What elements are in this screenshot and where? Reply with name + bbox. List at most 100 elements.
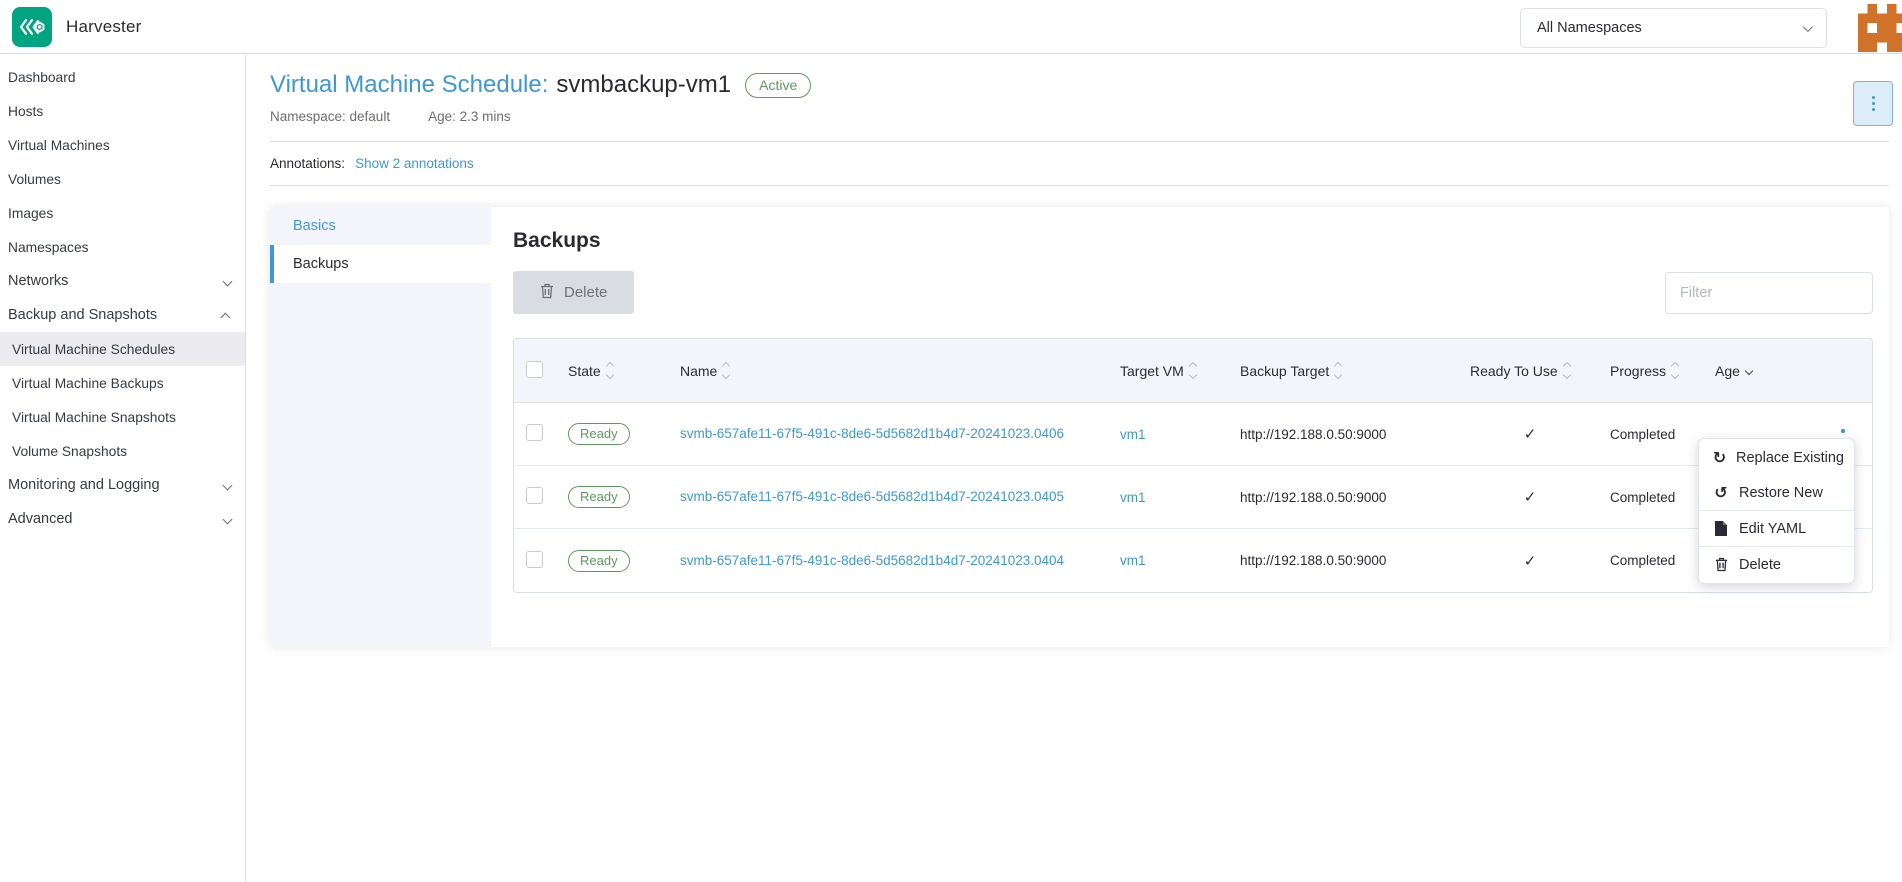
backups-toolbar: Delete [513, 271, 1873, 314]
row-context-menu: ↻ Replace Existing ↺ Restore New Edit YA… [1698, 438, 1855, 584]
resource-actions-button[interactable] [1853, 81, 1893, 126]
check-icon: ✓ [1524, 426, 1537, 443]
harvester-logo-icon [12, 7, 52, 47]
table-row: Ready svmb-657afe11-67f5-491c-8de6-5d568… [514, 403, 1872, 466]
column-header-state[interactable]: State [558, 339, 670, 403]
check-icon: ✓ [1524, 489, 1537, 506]
age-value: Age: 2.3 mins [428, 109, 511, 124]
annotations-label: Annotations: [270, 156, 345, 171]
filter-input[interactable] [1665, 272, 1873, 314]
namespace-selector[interactable]: All Namespaces [1520, 8, 1827, 48]
vertical-dots-icon [1841, 429, 1845, 433]
page-title: Virtual Machine Schedule: svmbackup-vm1 … [247, 55, 1902, 99]
backup-target-value: http://192.188.0.50:9000 [1230, 466, 1460, 529]
sort-icon [1190, 363, 1196, 378]
select-all-checkbox[interactable] [526, 361, 543, 378]
column-header-target-vm[interactable]: Target VM [1110, 339, 1230, 403]
sidebar-item-volumes[interactable]: Volumes [0, 162, 245, 196]
sort-desc-icon [1746, 368, 1752, 374]
chevron-down-icon [223, 480, 233, 490]
vertical-dots-icon [1872, 96, 1875, 99]
menu-item-restore-new[interactable]: ↺ Restore New [1699, 475, 1854, 510]
target-vm-link[interactable]: vm1 [1120, 427, 1146, 442]
select-all-header [514, 339, 558, 403]
sidebar-item-namespaces[interactable]: Namespaces [0, 230, 245, 264]
replace-existing-icon: ↻ [1712, 448, 1727, 468]
annotations-row: Annotations: Show 2 annotations [247, 142, 1902, 185]
sidebar-item-virtual-machine-schedules[interactable]: Virtual Machine Schedules [0, 332, 245, 366]
sidebar-item-dashboard[interactable]: Dashboard [0, 60, 245, 94]
backups-tab-panel: Backups Delete [491, 207, 1889, 647]
column-header-backup-target[interactable]: Backup Target [1230, 339, 1460, 403]
sidebar-group-advanced[interactable]: Advanced [0, 502, 245, 536]
state-badge: Ready [568, 550, 630, 572]
column-header-name[interactable]: Name [670, 339, 1110, 403]
backups-table: State Name Target VM Backup Target Ready… [513, 338, 1873, 593]
target-vm-link[interactable]: vm1 [1120, 553, 1146, 568]
detail-card: Basics Backups Backups Delete [270, 207, 1889, 647]
backup-target-value: http://192.188.0.50:9000 [1230, 403, 1460, 466]
main-content: Virtual Machine Schedule: svmbackup-vm1 … [247, 55, 1902, 882]
column-header-progress[interactable]: Progress [1600, 339, 1705, 403]
sidebar-group-backup-and-snapshots[interactable]: Backup and Snapshots [0, 298, 245, 332]
table-header-row: State Name Target VM Backup Target Ready… [514, 339, 1872, 403]
table-row: Ready svmb-657afe11-67f5-491c-8de6-5d568… [514, 529, 1872, 592]
sidebar-item-images[interactable]: Images [0, 196, 245, 230]
menu-item-delete[interactable]: Delete [1699, 547, 1854, 582]
sidebar-item-virtual-machines[interactable]: Virtual Machines [0, 128, 245, 162]
sort-icon [723, 363, 729, 378]
backup-name-link[interactable]: svmb-657afe11-67f5-491c-8de6-5d5682d1b4d… [680, 552, 1078, 570]
delete-button[interactable]: Delete [513, 271, 634, 314]
backup-name-link[interactable]: svmb-657afe11-67f5-491c-8de6-5d5682d1b4d… [680, 425, 1078, 443]
status-badge: Active [745, 73, 811, 98]
chevron-down-icon [223, 276, 233, 286]
backup-name-link[interactable]: svmb-657afe11-67f5-491c-8de6-5d5682d1b4d… [680, 488, 1078, 506]
chevron-up-icon [220, 312, 230, 322]
tab-rail: Basics Backups [270, 207, 491, 647]
trash-icon [540, 283, 554, 303]
progress-value: Completed [1600, 466, 1705, 529]
top-header: Harvester All Namespaces [0, 0, 1902, 54]
sort-icon [1564, 363, 1570, 378]
namespace-selector-value: All Namespaces [1537, 20, 1642, 36]
state-badge: Ready [568, 423, 630, 445]
sort-icon [1335, 363, 1341, 378]
sidebar-group-monitoring-and-logging[interactable]: Monitoring and Logging [0, 468, 245, 502]
sort-icon [1672, 363, 1678, 378]
row-checkbox[interactable] [526, 487, 543, 504]
column-header-ready-to-use[interactable]: Ready To Use [1460, 339, 1600, 403]
tab-backups[interactable]: Backups [270, 245, 491, 283]
menu-item-replace-existing[interactable]: ↻ Replace Existing [1699, 440, 1854, 475]
resource-name: svmbackup-vm1 [556, 71, 731, 99]
tab-basics[interactable]: Basics [270, 207, 491, 245]
user-avatar[interactable] [1858, 4, 1902, 52]
backups-heading: Backups [513, 229, 1873, 253]
table-row: Ready svmb-657afe11-67f5-491c-8de6-5d568… [514, 466, 1872, 529]
row-checkbox[interactable] [526, 551, 543, 568]
menu-item-edit-yaml[interactable]: Edit YAML [1699, 511, 1854, 546]
namespace-value: Namespace: default [270, 109, 390, 124]
sidebar-group-networks[interactable]: Networks [0, 264, 245, 298]
trash-icon [1712, 557, 1730, 572]
sidebar-nav: Dashboard Hosts Virtual Machines Volumes… [0, 55, 246, 882]
sidebar-item-hosts[interactable]: Hosts [0, 94, 245, 128]
file-icon [1712, 521, 1730, 536]
row-checkbox[interactable] [526, 424, 543, 441]
sidebar-item-virtual-machine-backups[interactable]: Virtual Machine Backups [0, 366, 245, 400]
resource-type-label: Virtual Machine Schedule: [270, 71, 548, 99]
sort-icon [607, 363, 613, 378]
delete-button-label: Delete [564, 284, 607, 301]
brand-name: Harvester [66, 17, 142, 37]
harvester-app: Harvester All Namespaces Dashboard Hosts… [0, 0, 1902, 882]
restore-new-icon: ↺ [1712, 483, 1730, 503]
backup-target-value: http://192.188.0.50:9000 [1230, 529, 1460, 592]
resource-meta: Namespace: default Age: 2.3 mins [247, 99, 1902, 124]
sidebar-item-volume-snapshots[interactable]: Volume Snapshots [0, 434, 245, 468]
chevron-down-icon [1803, 22, 1813, 32]
column-header-age[interactable]: Age [1705, 339, 1872, 403]
sidebar-item-virtual-machine-snapshots[interactable]: Virtual Machine Snapshots [0, 400, 245, 434]
target-vm-link[interactable]: vm1 [1120, 490, 1146, 505]
progress-value: Completed [1600, 529, 1705, 592]
show-annotations-link[interactable]: Show 2 annotations [355, 156, 474, 171]
state-badge: Ready [568, 486, 630, 508]
